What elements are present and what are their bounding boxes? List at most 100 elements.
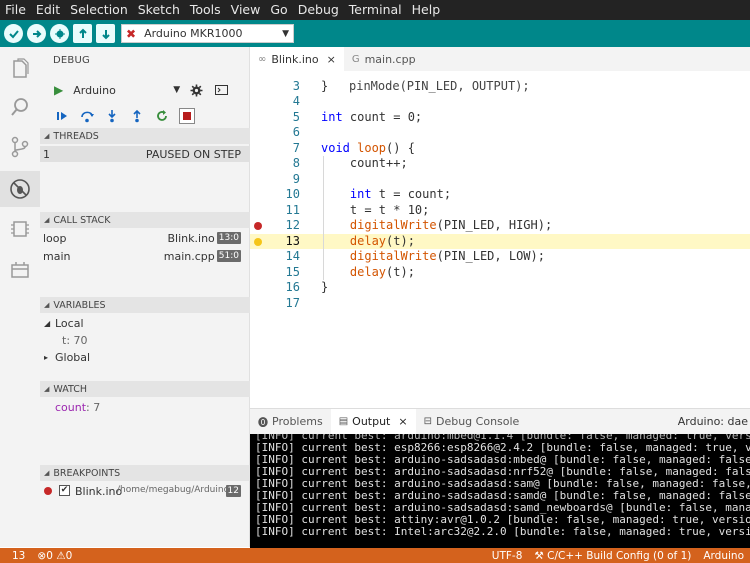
status-build-config[interactable]: ⚒ C/C++ Build Config (0 of 1) (528, 550, 697, 562)
build-config-label: C/C++ Build Config (0 of 1) (547, 549, 692, 562)
variables-section-title: VARIABLES (53, 299, 106, 311)
step-over-button[interactable] (79, 108, 95, 124)
continue-button[interactable] (54, 108, 70, 124)
stop-button[interactable] (179, 108, 195, 124)
step-into-button[interactable] (104, 108, 120, 124)
variables-section-header[interactable]: ◢ VARIABLES (40, 297, 250, 313)
save-button[interactable] (96, 24, 115, 43)
output-channel-select[interactable]: Arduino: dae (678, 415, 748, 428)
code-line: 4 (250, 94, 750, 110)
menu-sketch[interactable]: Sketch (133, 0, 185, 20)
status-board[interactable]: Arduino (697, 550, 750, 562)
local-scope-label: Local (55, 316, 84, 330)
board-manager-icon[interactable] (8, 217, 32, 241)
line-number: 11 (285, 202, 300, 217)
code-rest: t = count; (371, 187, 452, 201)
output-icon: ▤ (338, 416, 349, 427)
variable-item[interactable]: t: 70 (40, 332, 250, 348)
status-problems[interactable]: ⊗0 ⚠0 (31, 550, 78, 562)
menu-file[interactable]: File (0, 0, 31, 20)
start-debug-icon[interactable]: ▶ (54, 83, 63, 97)
code-rest: t = t * 10; (321, 202, 430, 217)
line-number: 9 (292, 171, 300, 186)
code-text: int t = count; (321, 187, 451, 203)
board-select[interactable]: ✖ Arduino MKR1000 ▼ (121, 24, 294, 43)
menu-debug[interactable]: Debug (293, 0, 344, 20)
menu-view[interactable]: View (226, 0, 266, 20)
terminal-icon[interactable] (215, 84, 229, 96)
callstack-frame[interactable]: loop Blink.ino 13:0 (40, 230, 250, 246)
thread-status: PAUSED ON STEP (145, 147, 241, 161)
code-line: 16} (250, 280, 750, 296)
menu-go[interactable]: Go (265, 0, 292, 20)
collapse-icon: ◢ (44, 385, 50, 393)
tab-problems[interactable]: ⓿ Problems (250, 409, 331, 435)
debug-view-icon[interactable] (0, 171, 40, 207)
variables-local-scope[interactable]: ◢ Local (40, 315, 250, 331)
current-line-marker-icon[interactable] (254, 237, 262, 246)
breakpoints-section-header[interactable]: ◢ BREAKPOINTS (40, 465, 250, 481)
close-icon[interactable]: × (398, 415, 407, 428)
code-line: 14 digitalWrite(PIN_LED, LOW); (250, 249, 750, 265)
watch-name: count (55, 400, 87, 414)
wrench-icon: ⚒ (534, 549, 544, 562)
code-function: delay (321, 264, 387, 279)
breakpoint-path: /home/megabug/Arduino... (117, 485, 238, 495)
line-number: 6 (292, 125, 300, 139)
source-control-icon[interactable] (8, 135, 32, 159)
menu-selection[interactable]: Selection (65, 0, 133, 20)
menu-terminal[interactable]: Terminal (344, 0, 407, 20)
debug-config-row: ▶ Arduino ▼ (54, 83, 244, 97)
collapse-icon: ◢ (44, 132, 50, 140)
thread-row[interactable]: 1 PAUSED ON STEP (40, 146, 250, 162)
open-button[interactable] (73, 24, 92, 43)
tab-label: Debug Console (435, 415, 520, 428)
warning-count: 0 (65, 549, 73, 562)
breakpoint-dot-icon[interactable] (254, 222, 262, 230)
step-out-button[interactable] (129, 108, 145, 124)
line-number: 5 (292, 109, 300, 124)
menu-edit[interactable]: Edit (31, 0, 65, 20)
callstack-frame[interactable]: main main.cpp 51:0 (40, 248, 250, 264)
chevron-down-icon: ▼ (282, 28, 289, 39)
verify-button[interactable] (4, 24, 23, 43)
breakpoint-item[interactable]: ✔ Blink.ino /home/megabug/Arduino... 12 (40, 483, 250, 499)
code-function: delay (321, 233, 387, 248)
code-line: 3} (250, 79, 750, 95)
watch-section-header[interactable]: ◢ WATCH (40, 381, 250, 397)
upload-button[interactable] (27, 24, 46, 43)
debug-panel: DEBUG ▶ Arduino ▼ ◢ THREADS 1 PAUSED ON … (40, 47, 250, 547)
status-encoding[interactable]: UTF-8 (486, 550, 529, 562)
threads-section-header[interactable]: ◢ THREADS (40, 128, 250, 144)
code-function: digitalWrite (321, 249, 437, 263)
tab-debug-console[interactable]: ⊟ Debug Console (416, 409, 528, 435)
arrow-down-icon (101, 29, 110, 39)
code-text: } (321, 280, 328, 296)
output-console[interactable]: [INFO] current best: arduino:mbed@1.1.4 … (250, 434, 750, 548)
restart-icon (157, 110, 167, 121)
variables-global-scope[interactable]: ▸ Global (40, 349, 250, 365)
callstack-section-header[interactable]: ◢ CALL STACK (40, 212, 250, 228)
menu-help[interactable]: Help (407, 0, 446, 20)
menu-tools[interactable]: Tools (185, 0, 226, 20)
library-manager-icon[interactable] (8, 257, 32, 281)
breakpoint-checkbox[interactable]: ✔ (59, 485, 70, 496)
debug-button[interactable] (50, 24, 69, 43)
gear-icon[interactable] (190, 84, 203, 97)
watch-item[interactable]: count: 7 (40, 399, 250, 415)
restart-button[interactable] (154, 108, 170, 124)
status-line[interactable]: 13 (0, 550, 31, 562)
collapsed-icon: ▸ (44, 352, 49, 362)
search-icon[interactable] (8, 95, 32, 119)
global-scope-label: Global (55, 350, 91, 364)
debug-config-select[interactable]: Arduino (73, 84, 173, 97)
tab-output[interactable]: ▤ Output × (330, 408, 416, 435)
chevron-down-icon[interactable]: ▼ (173, 85, 180, 95)
frame-name: main (43, 249, 71, 263)
breakpoint-dot-icon (44, 487, 52, 495)
code-rest: () { (386, 140, 415, 155)
tab-label: Output (352, 415, 391, 428)
code-editor[interactable]: pinMode(PIN_LED, OUTPUT); 3} 4 5 int count … (250, 71, 750, 408)
explorer-icon[interactable] (8, 57, 32, 81)
board-select-label: Arduino MKR1000 (144, 27, 243, 40)
